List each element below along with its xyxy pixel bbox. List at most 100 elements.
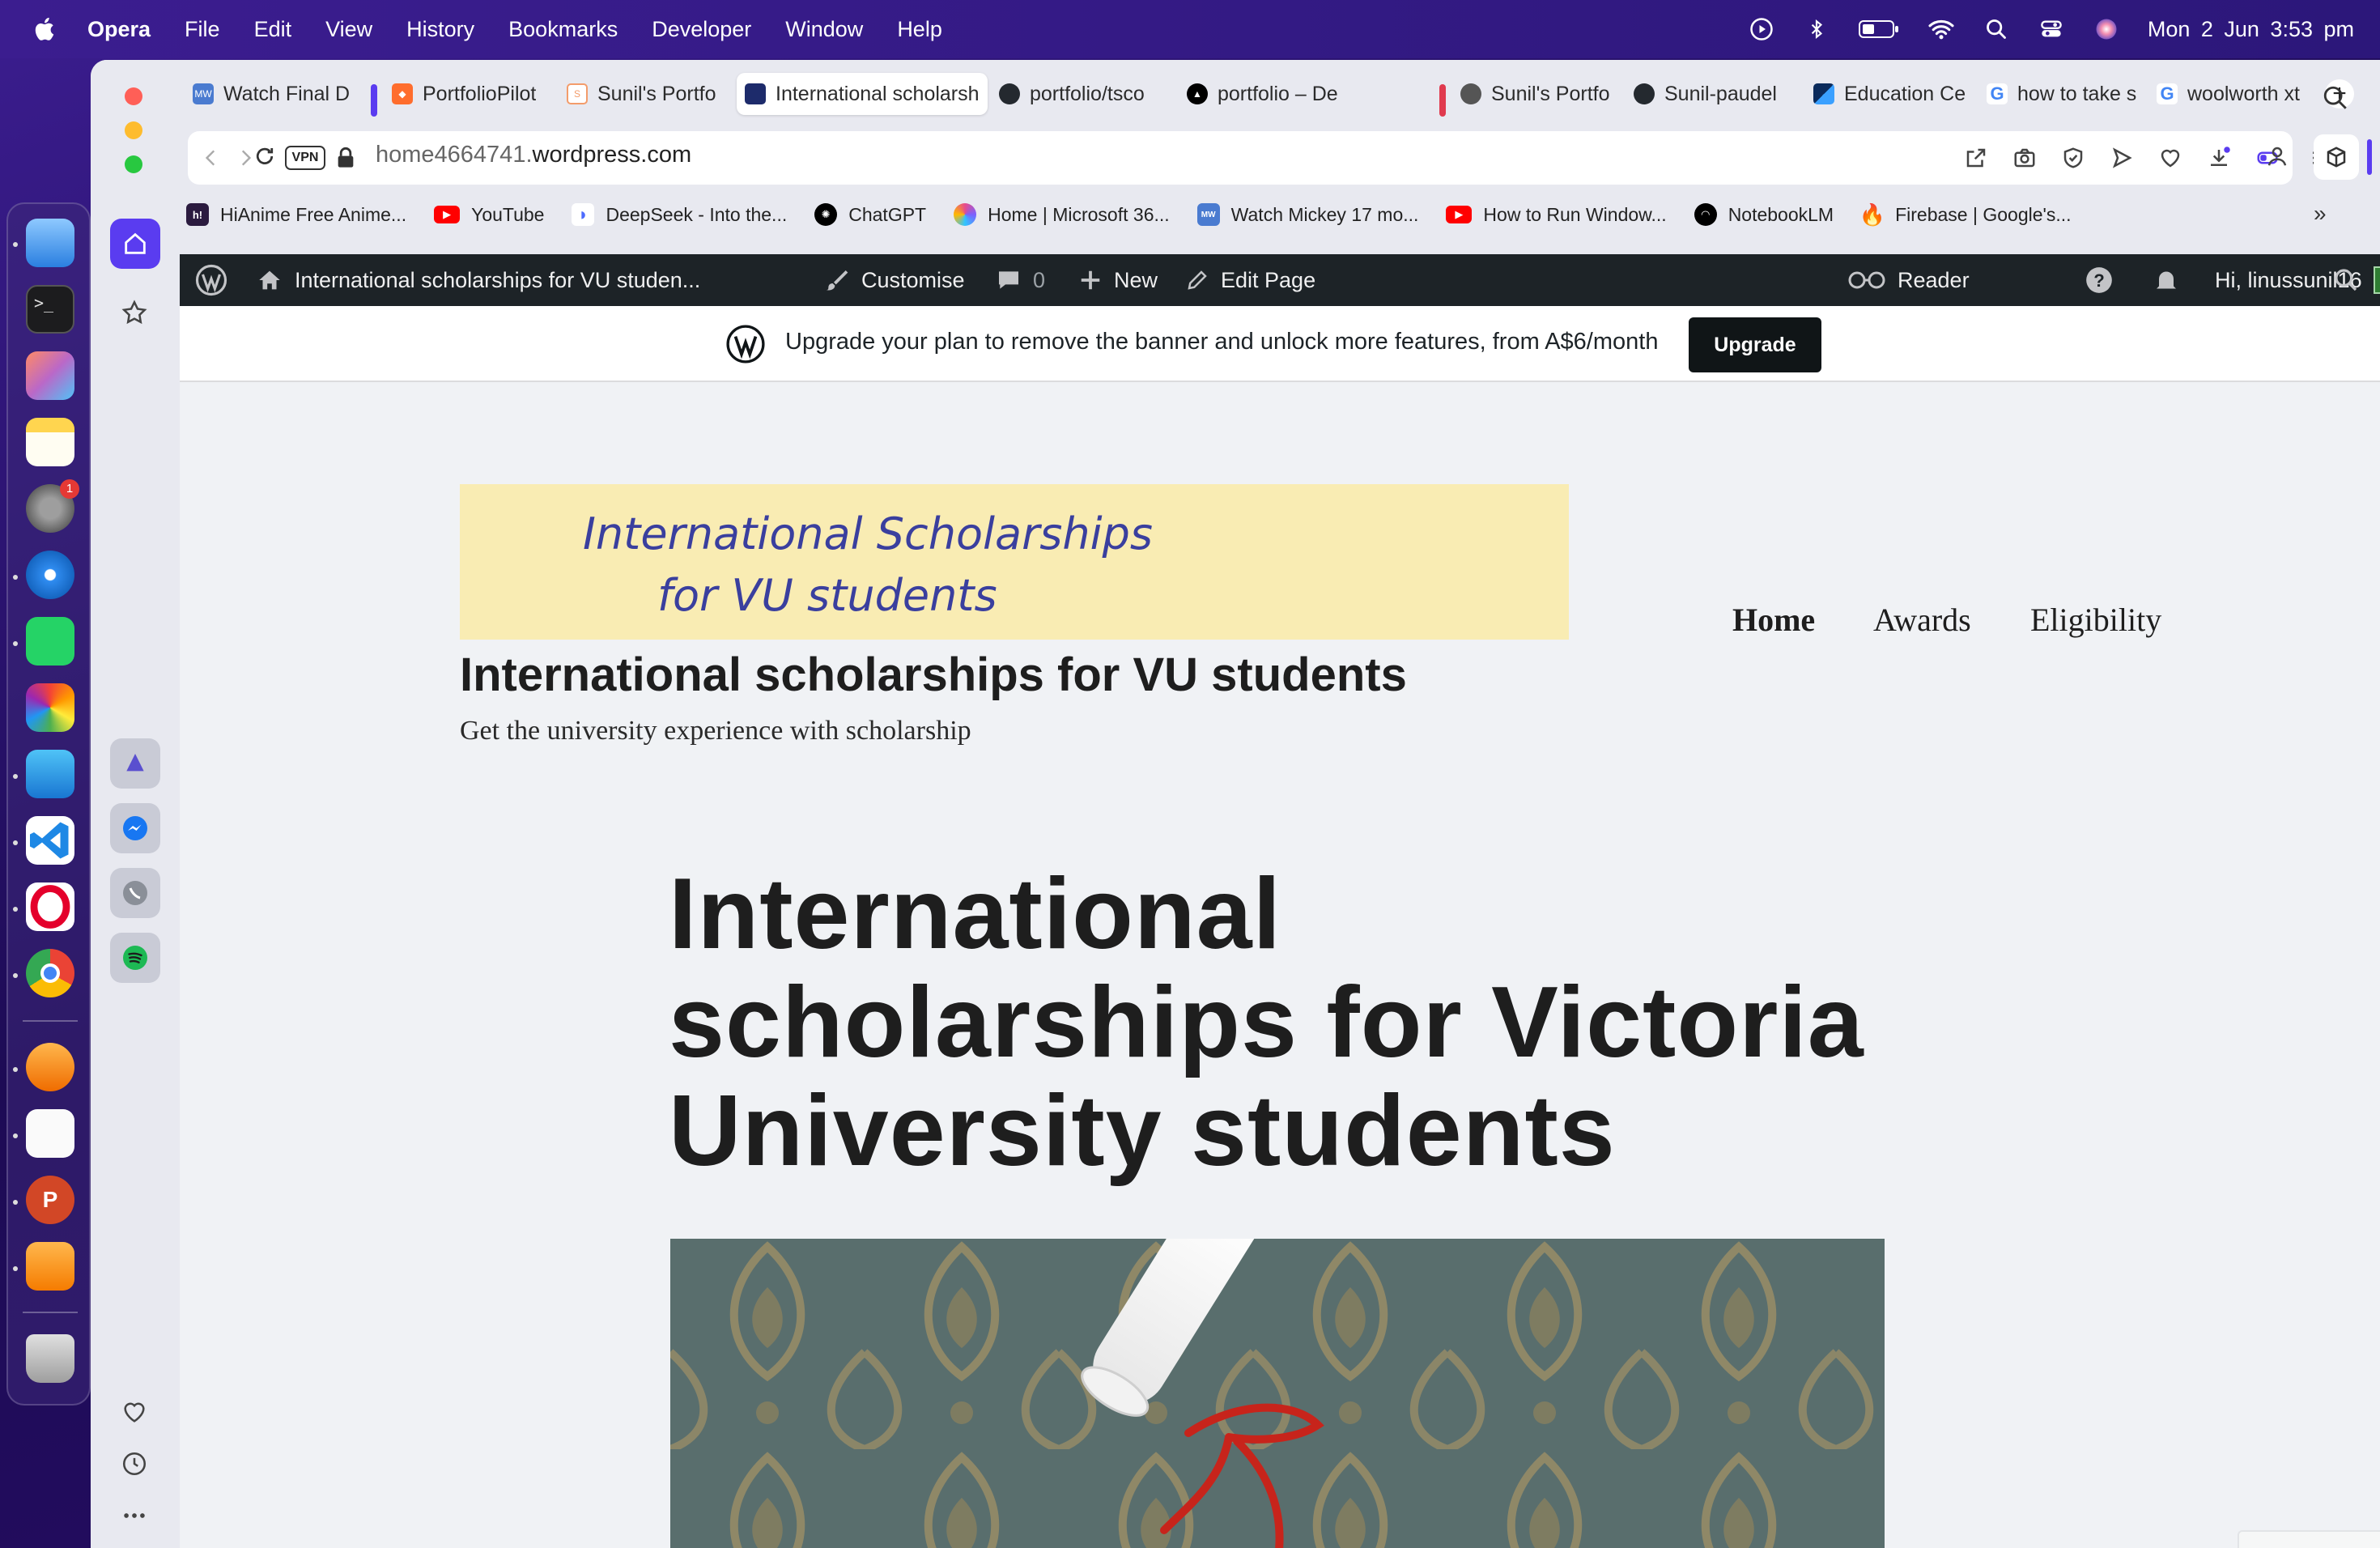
bookmark-youtube[interactable]: ▶ YouTube [434, 204, 544, 226]
menu-edit[interactable]: Edit [254, 17, 292, 42]
whatsapp-sidebar-icon[interactable] [110, 868, 160, 918]
launchpad-icon[interactable] [26, 351, 74, 400]
wp-customise-link[interactable]: Customise [824, 254, 965, 306]
menu-help[interactable]: Help [897, 17, 942, 42]
back-icon[interactable] [196, 142, 227, 173]
wp-reader-link[interactable]: Reader [1847, 254, 1970, 306]
site-logo[interactable]: International Scholarships for VU studen… [460, 484, 1569, 640]
apple-icon[interactable] [31, 15, 60, 44]
close-window-button[interactable] [125, 87, 142, 105]
tab-how-to-take[interactable]: G how to take s [1978, 73, 2148, 115]
tab-search-icon[interactable] [2322, 84, 2349, 116]
tab-education-centre[interactable]: Education Ce [1805, 73, 1975, 115]
aria-ai-icon[interactable] [110, 738, 160, 789]
tab-woolworth[interactable]: G woolworth xt [2148, 73, 2318, 115]
search-icon[interactable] [2333, 254, 2359, 306]
trash-icon[interactable] [26, 1334, 74, 1383]
spotify-icon[interactable] [110, 933, 160, 983]
system-settings-icon[interactable]: 1 [26, 479, 79, 533]
tab-sunils-portfolio-2[interactable]: Sunil's Portfo [1452, 73, 1622, 115]
bookmark-microsoft-365[interactable]: Home | Microsoft 36... [954, 203, 1170, 226]
menu-history[interactable]: History [406, 17, 474, 42]
nav-awards[interactable]: Awards [1873, 601, 1971, 639]
bookmark-chatgpt[interactable]: ✺ ChatGPT [814, 203, 926, 226]
extensions-cube-icon[interactable] [2314, 134, 2359, 180]
finder-icon[interactable] [26, 219, 74, 267]
zoom-window-button[interactable] [125, 155, 142, 173]
bookmark-notebooklm[interactable]: ◠ NotebookLM [1694, 203, 1834, 226]
tab-watch-final[interactable]: MW Watch Final D [185, 73, 355, 115]
bookmark-firebase[interactable]: 🔥 Firebase | Google's... [1859, 202, 2072, 227]
messenger-icon[interactable] [110, 803, 160, 853]
wordpress-logo-icon[interactable] [194, 254, 228, 306]
tab-international-scholarships[interactable]: International scholarsh [737, 73, 988, 115]
send-icon[interactable] [2106, 142, 2137, 173]
notes-icon[interactable] [26, 418, 74, 466]
control-center-icon[interactable] [2038, 15, 2065, 43]
upgrade-button[interactable]: Upgrade [1689, 317, 1821, 372]
home-icon[interactable] [110, 219, 160, 269]
bookmark-hianime[interactable]: h! HiAnime Free Anime... [186, 203, 406, 226]
bluetooth-icon[interactable] [1803, 15, 1830, 43]
notifications-bell-icon[interactable] [2152, 254, 2181, 306]
star-icon[interactable] [118, 296, 151, 329]
menu-bar-clock[interactable]: Mon 2 Jun 3:53 pm [2148, 17, 2354, 42]
heart-icon[interactable] [118, 1396, 151, 1428]
history-clock-icon[interactable] [118, 1448, 151, 1480]
tab-portfoliopilot[interactable]: ◆ PortfolioPilot [384, 73, 554, 115]
spotlight-search-icon[interactable] [1983, 15, 2010, 43]
terminal-icon[interactable]: >_ [26, 285, 74, 334]
whatsapp-icon[interactable] [26, 617, 74, 666]
wp-new-link[interactable]: New [1078, 254, 1158, 306]
wp-edit-page-link[interactable]: Edit Page [1185, 254, 1315, 306]
download-icon[interactable] [2204, 142, 2234, 173]
textedit-icon[interactable] [26, 1109, 74, 1158]
battery-icon[interactable] [1858, 15, 1900, 43]
vscode-icon[interactable] [26, 816, 74, 865]
tab-sunils-portfolio-1[interactable]: S Sunil's Portfo [559, 73, 729, 115]
heart-icon[interactable] [2155, 142, 2186, 173]
help-icon[interactable]: ? [2084, 254, 2114, 306]
tab-portfolio-tsco[interactable]: portfolio/tsco [991, 73, 1169, 115]
photos-icon[interactable] [26, 683, 74, 732]
reload-icon[interactable] [253, 144, 277, 172]
menu-view[interactable]: View [325, 17, 372, 42]
share-icon[interactable] [1961, 142, 1991, 173]
pages-icon[interactable] [26, 1242, 74, 1291]
vpn-badge[interactable]: VPN [285, 146, 325, 170]
powerpoint-icon[interactable]: P [26, 1176, 74, 1224]
menu-window[interactable]: Window [785, 17, 863, 42]
menu-app-opera[interactable]: Opera [87, 17, 151, 42]
bookmarks-overflow-icon[interactable]: » [2314, 201, 2327, 227]
more-options-icon[interactable] [118, 1499, 151, 1532]
nav-eligibility[interactable]: Eligibility [2030, 601, 2161, 639]
snapshot-camera-icon[interactable] [2009, 142, 2040, 173]
menu-developer[interactable]: Developer [652, 17, 751, 42]
menu-bookmarks[interactable]: Bookmarks [508, 17, 618, 42]
bookmark-deepseek[interactable]: ◗ DeepSeek - Into the... [572, 203, 787, 226]
opera-icon[interactable] [26, 882, 74, 931]
bookmark-run-windows[interactable]: ▶ How to Run Window... [1446, 204, 1667, 226]
safari-icon[interactable] [26, 551, 74, 599]
magnet-icon[interactable] [26, 1043, 74, 1091]
mail-icon[interactable] [26, 750, 74, 798]
dock-separator [23, 1020, 78, 1022]
nav-home[interactable]: Home [1732, 601, 1815, 639]
shield-check-icon[interactable] [2058, 142, 2089, 173]
tab-portfolio-deploy[interactable]: ▲ portfolio – De [1179, 73, 1365, 115]
minimize-window-button[interactable] [125, 121, 142, 139]
wp-site-name-link[interactable]: International scholarships for VU studen… [256, 254, 700, 306]
chrome-icon[interactable] [26, 949, 74, 997]
site-title[interactable]: International scholarships for VU studen… [460, 648, 1407, 702]
wp-comments-link[interactable]: 0 [996, 254, 1045, 306]
play-circle-icon[interactable] [1748, 15, 1775, 43]
url-text[interactable]: home4664741.wordpress.com [376, 142, 691, 168]
menu-file[interactable]: File [185, 17, 220, 42]
siri-icon[interactable] [2093, 15, 2120, 43]
account-icon[interactable] [2265, 144, 2289, 172]
address-bar[interactable]: VPN home4664741.wordpress.com [188, 131, 2293, 185]
lock-icon[interactable] [330, 142, 361, 173]
tab-sunil-paudel[interactable]: Sunil-paudel [1626, 73, 1796, 115]
bookmark-watch-mickey[interactable]: MW Watch Mickey 17 mo... [1196, 203, 1418, 226]
wifi-icon[interactable] [1927, 15, 1955, 43]
